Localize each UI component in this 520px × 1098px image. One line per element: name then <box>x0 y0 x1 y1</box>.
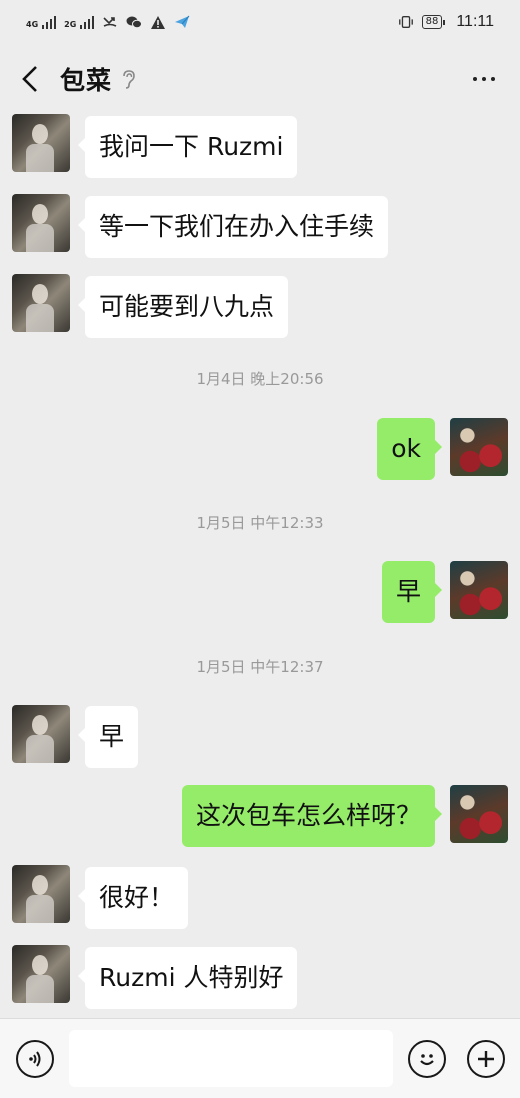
peer-avatar[interactable] <box>12 945 70 1003</box>
emoji-button[interactable] <box>408 1040 446 1078</box>
warning-icon <box>150 15 166 29</box>
sim1-label: 4G <box>26 20 39 29</box>
status-bar: 4G 2G 88 11:11 <box>0 0 520 44</box>
peer-body <box>26 895 54 923</box>
status-time: 11:11 <box>456 13 494 30</box>
plus-icon <box>478 1051 494 1067</box>
peer-face <box>32 715 48 735</box>
peer-face <box>32 955 48 975</box>
peer-body <box>26 975 54 1003</box>
peer-avatar[interactable] <box>12 865 70 923</box>
peer-body <box>26 224 54 252</box>
my-message-bubble[interactable]: 这次包车怎么样呀？ <box>181 785 443 847</box>
message-input[interactable] <box>69 1030 393 1087</box>
my-message-bubble[interactable]: ok <box>377 418 442 480</box>
signal-sim2-icon: 2G <box>64 15 95 29</box>
more-options-button[interactable] <box>464 59 504 99</box>
peer-face <box>32 124 48 144</box>
peer-avatar[interactable] <box>12 114 70 172</box>
signal-sim1-icon: 4G <box>26 15 57 29</box>
peer-message-bubble[interactable]: 可能要到八九点 <box>77 276 289 338</box>
message-timestamp: 1月5日 中午12:33 <box>196 514 324 532</box>
voice-icon <box>29 1051 41 1067</box>
chat-title: 包菜 <box>60 66 113 95</box>
peer-body <box>26 144 54 172</box>
vibrate-icon <box>398 15 414 29</box>
input-bar <box>0 1018 520 1098</box>
battery-indicator: 88 <box>421 15 446 29</box>
peer-message-bubble[interactable]: 等一下我们在办入住手续 <box>77 196 389 258</box>
wechat-icon <box>126 15 143 29</box>
peer-avatar[interactable] <box>12 274 70 332</box>
chat-header: 包菜 <box>0 44 520 114</box>
my-avatar[interactable] <box>450 785 508 843</box>
more-dots-icon <box>473 77 477 81</box>
sim2-label: 2G <box>64 20 77 29</box>
app-notification-icon <box>174 15 190 29</box>
status-left: 4G 2G <box>26 15 190 29</box>
peer-face <box>32 204 48 224</box>
peer-message-bubble[interactable]: 早 <box>77 706 139 768</box>
peer-message-bubble[interactable]: 很好！ <box>77 867 189 929</box>
ear-icon <box>120 69 136 89</box>
chevron-left-icon <box>22 66 37 92</box>
peer-body <box>26 304 54 332</box>
peer-face <box>32 284 48 304</box>
peer-body <box>26 735 54 763</box>
back-button[interactable] <box>16 59 44 99</box>
peer-message-bubble[interactable]: 我问一下 Ruzmi <box>77 116 298 178</box>
voice-button[interactable] <box>16 1040 54 1078</box>
message-timestamp: 1月4日 晚上20:56 <box>196 370 324 388</box>
peer-message-bubble[interactable]: Ruzmi 人特别好 <box>77 947 298 1009</box>
message-timestamp: 1月5日 中午12:37 <box>196 658 324 676</box>
my-avatar[interactable] <box>450 561 508 619</box>
peer-avatar[interactable] <box>12 705 70 763</box>
more-dot <box>482 77 486 81</box>
status-right: 88 11:11 <box>398 13 494 31</box>
emoji-icon <box>420 1054 434 1066</box>
my-avatar[interactable] <box>450 418 508 476</box>
add-button[interactable] <box>467 1040 505 1078</box>
peer-avatar[interactable] <box>12 194 70 252</box>
more-dot <box>491 77 495 81</box>
peer-face <box>32 875 48 895</box>
missed-call-icon <box>102 15 118 29</box>
my-message-bubble[interactable]: 早 <box>381 561 443 623</box>
